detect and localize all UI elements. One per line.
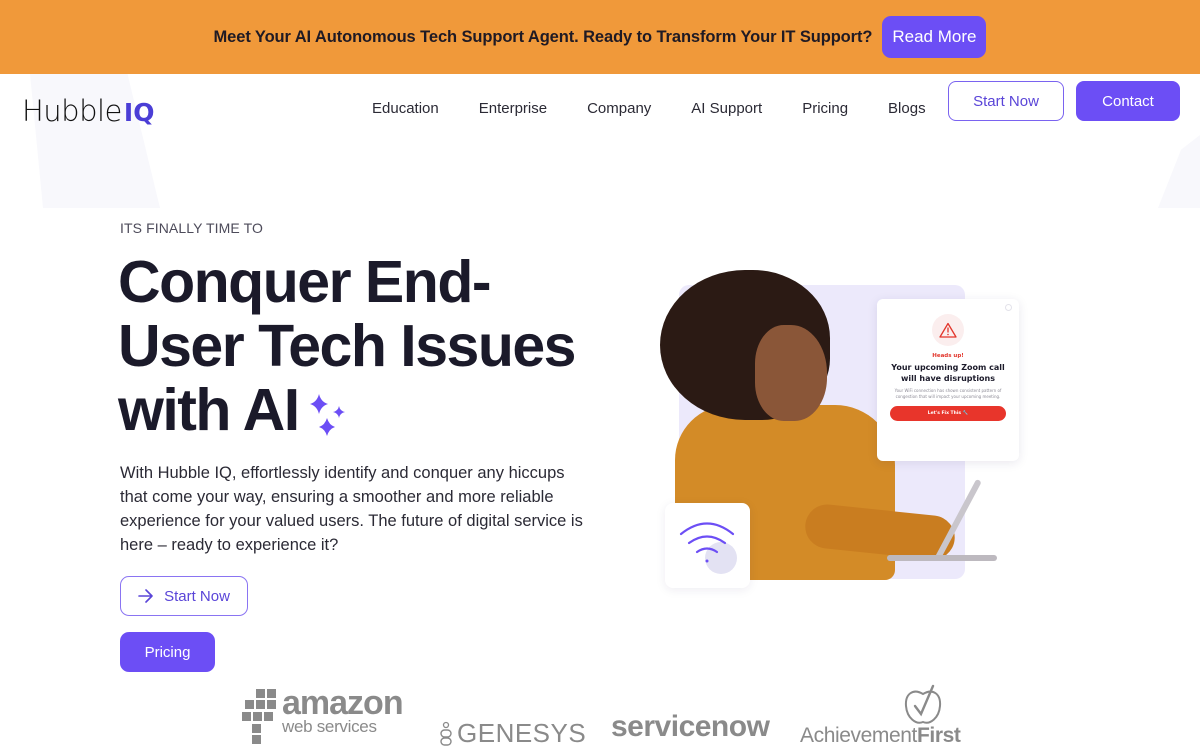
alert-title: Your upcoming Zoom call will have disrup… [891, 363, 1005, 383]
alert-card: Heads up! Your upcoming Zoom call will h… [877, 299, 1019, 461]
partner-logo-aws: amazon web services [242, 684, 404, 744]
alert-heads-up: Heads up! [932, 353, 964, 359]
hubbleiq-logo[interactable]: Hubble IQ [22, 94, 154, 128]
header-start-now-button[interactable]: Start Now [948, 81, 1064, 121]
wifi-card [665, 503, 750, 588]
sparkles-icon [310, 394, 345, 436]
partner-logos: amazon web services GENESYS servicenow A… [0, 680, 1200, 750]
aws-cubes-icon [242, 689, 276, 744]
genesys-word: GENESYS [457, 718, 587, 748]
logo-accent: IQ [123, 98, 155, 127]
hero-pricing-button[interactable]: Pricing [120, 632, 215, 672]
hero-start-now-label: Start Now [164, 587, 230, 605]
partner-logo-genesys: GENESYS [440, 718, 586, 749]
announcement-bar: Meet Your AI Autonomous Tech Support Age… [0, 0, 1200, 74]
background-shape [1158, 135, 1200, 208]
nav-item-enterprise[interactable]: Enterprise [459, 100, 567, 117]
person-face [755, 325, 827, 421]
achievement-word: Achievement [800, 724, 917, 747]
arrow-right-icon [138, 589, 153, 603]
warning-icon [939, 322, 957, 338]
nav-item-ai-support[interactable]: AI Support [671, 100, 782, 117]
hero-illustration: Heads up! Your upcoming Zoom call will h… [655, 265, 1035, 595]
header-contact-button[interactable]: Contact [1076, 81, 1180, 121]
nav-item-blogs[interactable]: Blogs [868, 100, 946, 117]
announcement-text: Meet Your AI Autonomous Tech Support Age… [213, 27, 873, 46]
logo-text: Hubble [22, 94, 122, 128]
aws-word: amazon [282, 684, 404, 722]
nav-item-company[interactable]: Company [567, 100, 671, 117]
nav-item-education[interactable]: Education [352, 100, 459, 117]
hero-start-now-button[interactable]: Start Now [120, 576, 248, 616]
main-nav: Education Enterprise Company AI Support … [352, 100, 946, 117]
apple-check-icon [904, 684, 942, 724]
hero-description: With Hubble IQ, effortlessly identify an… [120, 464, 583, 554]
lets-fix-this-button: Let's Fix This 🔧 [890, 406, 1006, 421]
read-more-button[interactable]: Read More [882, 16, 987, 58]
close-icon [1005, 304, 1012, 311]
alert-body: Your WiFi connection has shown consisten… [894, 388, 1002, 399]
laptop-base [887, 555, 997, 561]
wifi-icon [679, 522, 737, 574]
partner-logo-achievement-first: AchievementFirst [800, 724, 961, 748]
hero-headline: Conquer End-User Tech Issues with AI [118, 249, 577, 443]
partner-logo-servicenow: servicenow [611, 710, 770, 743]
first-word: First [917, 724, 961, 747]
nav-item-pricing[interactable]: Pricing [782, 100, 868, 117]
hero-eyebrow: ITS FINALLY TIME TO [120, 220, 263, 236]
aws-sub: web services [282, 717, 377, 736]
genesys-mark-icon [440, 721, 452, 746]
warning-icon-badge [932, 314, 964, 346]
